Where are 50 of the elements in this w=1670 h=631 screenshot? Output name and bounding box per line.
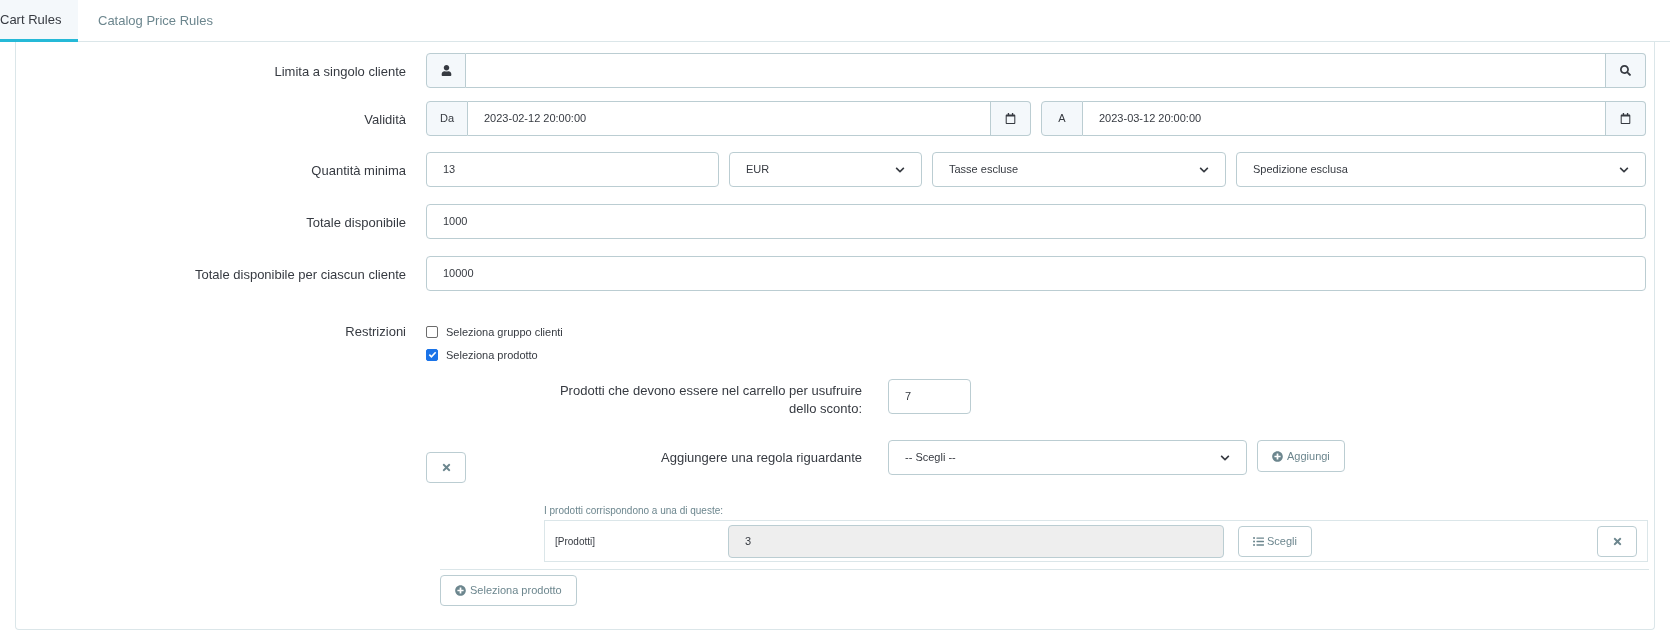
checkbox[interactable] xyxy=(426,326,438,339)
calendar-icon xyxy=(1620,113,1631,124)
search-button[interactable] xyxy=(1606,53,1646,88)
check-icon xyxy=(427,350,437,360)
dropdown[interactable]: EUR xyxy=(729,152,922,187)
match-label: I prodotti corrispondono a una di queste: xyxy=(544,504,724,518)
calendar-button[interactable] xyxy=(1606,101,1646,136)
dropdown[interactable]: Spedizione esclusa xyxy=(1236,152,1646,187)
customer-input[interactable] xyxy=(466,53,1606,88)
dropdown[interactable]: Tasse escluse xyxy=(932,152,1226,187)
chevron-down-icon xyxy=(1220,452,1230,463)
number-input[interactable]: 10000 xyxy=(426,256,1646,291)
field-label: Prodotti che devono essere nel carrello per usufruire dello sconto: xyxy=(558,382,862,418)
field-label: Limita a singolo cliente xyxy=(274,63,406,81)
close-icon xyxy=(1611,535,1623,547)
select-product-button[interactable]: Seleziona prodotto xyxy=(440,575,577,606)
list-icon xyxy=(1253,535,1264,547)
field-label: Totale disponibile per ciascun cliente xyxy=(195,266,406,284)
checkbox-label: Seleziona gruppo clienti xyxy=(446,325,563,340)
number-input[interactable]: 1000 xyxy=(426,204,1646,239)
date-input[interactable]: 2023-02-12 20:00:00 xyxy=(468,101,991,136)
rule-type: [Prodotti] xyxy=(555,534,597,549)
calendar-button[interactable] xyxy=(991,101,1031,136)
close-icon xyxy=(440,462,452,473)
date-addon: A xyxy=(1041,101,1083,136)
field-label: Validità xyxy=(364,111,406,129)
checkbox[interactable] xyxy=(426,348,438,361)
chevron-down-icon xyxy=(1619,164,1629,175)
choose-button[interactable]: Scegli xyxy=(1238,525,1312,557)
search-icon xyxy=(1620,65,1631,76)
checkbox-label: Seleziona prodotto xyxy=(446,347,538,363)
product-ids-input[interactable]: 3 xyxy=(728,524,1224,558)
remove-button[interactable] xyxy=(426,452,466,483)
user-icon xyxy=(440,65,452,76)
tab[interactable]: Cart Rules xyxy=(0,0,78,42)
chevron-down-icon xyxy=(1199,164,1209,175)
field-label: Quantità minima xyxy=(311,162,406,180)
field-label: Aggiungere una regola riguardante xyxy=(661,449,862,467)
field-label: Restrizioni xyxy=(345,323,406,341)
quantity-input[interactable]: 7 xyxy=(888,379,971,414)
date-addon: Da xyxy=(426,101,468,136)
add-button[interactable]: Aggiungi xyxy=(1257,440,1345,472)
tab[interactable]: Catalog Price Rules xyxy=(78,0,233,42)
field-label: Totale disponibile xyxy=(306,214,406,232)
calendar-icon xyxy=(1005,113,1016,124)
remove-button[interactable] xyxy=(1597,525,1637,557)
chevron-down-icon xyxy=(895,164,905,175)
amount-input[interactable]: 13 xyxy=(426,152,719,187)
date-input[interactable]: 2023-03-12 20:00:00 xyxy=(1083,101,1606,136)
dropdown[interactable]: -- Scegli -- xyxy=(888,440,1247,475)
